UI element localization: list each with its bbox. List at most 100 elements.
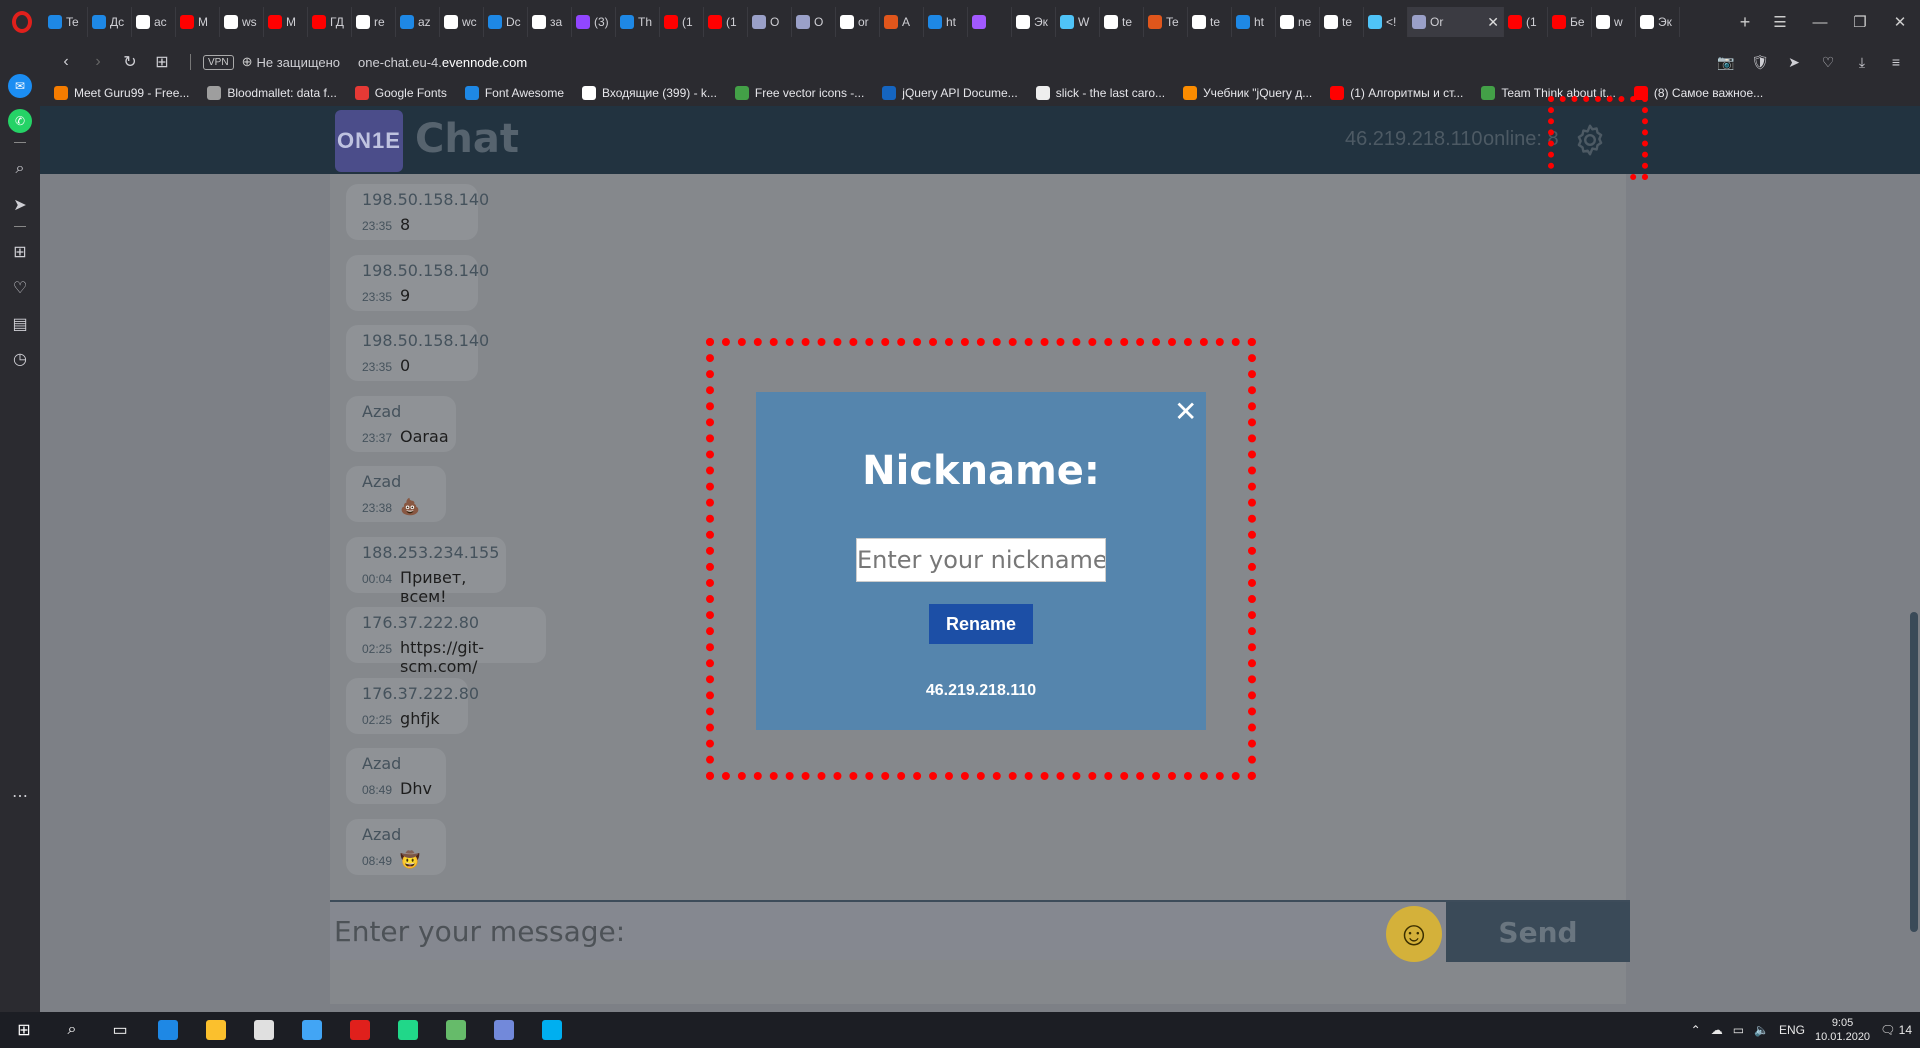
browser-tab[interactable]: Эк [1012,7,1056,37]
browser-tab[interactable]: Dc [484,7,528,37]
send-button[interactable]: Send [1446,902,1630,962]
xmind-app[interactable] [432,1012,480,1048]
bookmark-item[interactable]: Meet Guru99 - Free... [54,86,189,100]
clock[interactable]: 9:05 10.01.2020 [1815,1016,1870,1044]
mail-app[interactable] [240,1012,288,1048]
browser-tab[interactable]: Th [616,7,660,37]
browser-tab[interactable]: ht [1232,7,1276,37]
notifications-icon[interactable]: 🗨 14 [1880,1023,1912,1037]
forward-button[interactable]: › [82,53,114,71]
start-button[interactable]: ⊞ [0,1012,48,1048]
browser-tab[interactable]: Эк [1636,7,1680,37]
browser-tab[interactable]: Бе [1548,7,1592,37]
url-field[interactable]: one-chat.eu-4.evennode.com [358,55,527,70]
minimize-button[interactable]: — [1800,14,1840,31]
tab-close-icon[interactable]: ✕ [1487,14,1499,31]
sidebar-more-icon[interactable]: ⋯ [8,784,32,808]
browser-tab[interactable]: (3) [572,7,616,37]
bookmark-item[interactable]: (8) Самое важное... [1633,86,1763,100]
easy-setup-icon[interactable]: ≡ [1884,54,1908,71]
send-icon[interactable]: ➤ [1782,54,1806,71]
bookmark-item[interactable]: Free vector icons -... [734,86,864,100]
new-tab-button[interactable]: + [1730,7,1760,37]
browser-tab[interactable]: Te [44,7,88,37]
task-view-icon[interactable]: ▭ [96,1012,144,1048]
speed-dial-icon[interactable]: ⊞ [8,240,32,264]
skype-app[interactable] [528,1012,576,1048]
scrollbar-thumb[interactable] [1910,612,1918,932]
download-icon[interactable]: ⤓ [1850,54,1874,71]
bookmark-item[interactable]: Bloodmallet: data f... [207,86,337,100]
browser-tab[interactable]: or [836,7,880,37]
message-input[interactable] [334,908,1334,954]
webstorm-app[interactable] [384,1012,432,1048]
browser-tab[interactable]: W [1056,7,1100,37]
tab-active[interactable]: Or ✕ [1408,7,1504,37]
volume-icon[interactable]: 🔈 [1754,1023,1769,1037]
browser-tab[interactable]: te [1188,7,1232,37]
heart-icon[interactable]: ♡ [1816,54,1840,71]
taskbar-search-icon[interactable]: ⌕ [48,1012,96,1048]
browser-tab[interactable]: az [396,7,440,37]
security-label[interactable]: Не защищено [256,55,340,70]
onedrive-icon[interactable]: ☁ [1711,1023,1723,1037]
store-app[interactable] [288,1012,336,1048]
browser-tab[interactable]: te [1320,7,1364,37]
close-window-button[interactable]: ✕ [1880,13,1920,31]
emoji-button[interactable]: ☺ [1386,906,1442,962]
back-button[interactable]: ‹ [50,53,82,71]
shield-icon[interactable]: 🛡 [1748,54,1772,71]
bookmark-item[interactable]: Учебник "jQuery д... [1183,86,1312,100]
bookmark-item[interactable]: slick - the last caro... [1035,86,1165,100]
browser-tab[interactable]: ne [1276,7,1320,37]
browser-tab[interactable]: M [264,7,308,37]
browser-tab[interactable]: ht [924,7,968,37]
messenger-icon[interactable]: ✉ [8,74,32,98]
nickname-input[interactable] [856,538,1106,582]
discord-app[interactable] [480,1012,528,1048]
bookmark-item[interactable]: Font Awesome [464,86,564,100]
browser-tab[interactable]: (1 [1504,7,1548,37]
opera-menu-button[interactable] [0,0,44,44]
browser-tab[interactable]: ac [132,7,176,37]
bookmark-item[interactable]: Google Fonts [354,86,447,100]
bookmark-item[interactable]: Входящие (399) - k... [582,86,717,100]
browser-tab[interactable]: Te [1144,7,1188,37]
speed-dial-button[interactable]: ⊞ [146,52,178,72]
browser-tab[interactable]: (1 [704,7,748,37]
tab-menu-button[interactable]: ☰ [1760,13,1800,31]
browser-tab[interactable]: ГД [308,7,352,37]
browser-tab[interactable] [968,7,1012,37]
browser-tab[interactable]: (1 [660,7,704,37]
restore-button[interactable]: ❐ [1840,13,1880,31]
language-indicator[interactable]: ENG [1779,1023,1805,1037]
opera-app[interactable] [336,1012,384,1048]
browser-tab[interactable]: re [352,7,396,37]
whatsapp-icon[interactable]: ✆ [8,109,32,133]
browser-tab[interactable]: A [880,7,924,37]
search-icon[interactable]: ⌕ [8,157,32,181]
browser-tab[interactable]: w [1592,7,1636,37]
news-icon[interactable]: ▤ [8,312,32,336]
browser-tab[interactable]: <! [1364,7,1408,37]
explorer-app[interactable] [192,1012,240,1048]
edge-app[interactable] [144,1012,192,1048]
chat-logo[interactable]: ON1E [335,110,403,172]
globe-icon[interactable]: ⊕ [242,54,253,70]
browser-tab[interactable]: за [528,7,572,37]
bookmark-item[interactable]: (1) Алгоритмы и ст... [1330,86,1463,100]
snapshot-icon[interactable]: 📷 [1714,54,1738,71]
browser-tab[interactable]: te [1100,7,1144,37]
heart-icon[interactable]: ♡ [8,276,32,300]
browser-tab[interactable]: Дс [88,7,132,37]
tray-chevron-icon[interactable]: ⌃ [1691,1023,1701,1037]
send-icon[interactable]: ➤ [8,193,32,217]
browser-tab[interactable]: M [176,7,220,37]
browser-tab[interactable]: ws [220,7,264,37]
history-icon[interactable]: ◷ [8,347,32,371]
vpn-badge[interactable]: VPN [203,54,234,70]
browser-tab[interactable]: O [748,7,792,37]
network-icon[interactable]: ▭ [1733,1023,1744,1037]
bookmark-item[interactable]: jQuery API Docume... [882,86,1018,100]
rename-button[interactable]: Rename [929,604,1033,644]
